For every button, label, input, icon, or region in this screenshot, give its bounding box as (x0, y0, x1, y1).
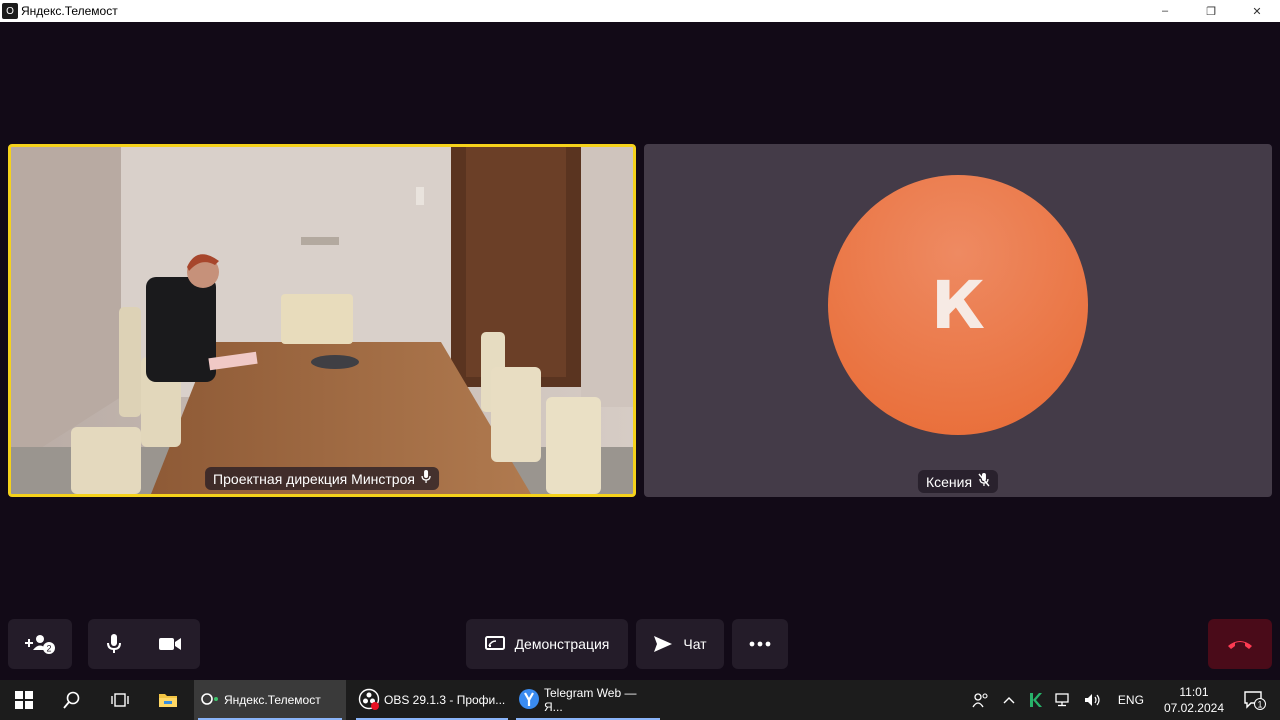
svg-text:1: 1 (1257, 700, 1262, 710)
media-controls (88, 619, 200, 669)
participant-name: Ксения (925, 473, 973, 490)
avatar: К (828, 175, 1088, 435)
file-explorer-button[interactable] (144, 680, 192, 720)
screen-share-icon (484, 636, 505, 652)
clock-date: 07.02.2024 (1163, 701, 1224, 715)
yandex-browser-icon (518, 688, 540, 713)
volume-icon[interactable] (1078, 693, 1108, 707)
clock[interactable]: 11:01 07.02.2024 (1154, 684, 1234, 716)
search-button[interactable] (48, 680, 96, 720)
search-icon (63, 691, 80, 709)
window-titlebar: O Яндекс.Телемост – ❐ ✕ (0, 0, 1280, 22)
meeting-room-video (11, 147, 633, 494)
send-icon (653, 635, 673, 653)
taskbar-app-label: Яндекс.Телемост (224, 693, 321, 707)
camera-button[interactable] (158, 636, 182, 652)
chat-label: Чат (683, 636, 707, 652)
system-tray: ENG 11:01 07.02.2024 1 (966, 680, 1280, 720)
telemost-taskbar-icon (200, 692, 220, 709)
conference-stage: Проектная дирекция Минстроя К Ксения 2 Д… (0, 22, 1280, 680)
notification-icon: 1 (1244, 691, 1266, 710)
clock-time: 11:01 (1179, 685, 1209, 699)
network-icon[interactable] (1048, 693, 1078, 707)
taskbar-app-label: Telegram Web — Я... (544, 686, 637, 714)
add-user-icon: 2 (23, 633, 57, 655)
participant-nameplate: Проектная дирекция Минстроя (205, 467, 439, 490)
microphone-icon (107, 634, 121, 653)
avatar-letter: К (931, 266, 985, 344)
task-view-icon (111, 693, 129, 707)
windows-logo-icon (15, 691, 33, 709)
microphone-button[interactable] (106, 633, 122, 655)
taskbar-app-yandex-browser[interactable]: Telegram Web — Я... (512, 680, 664, 720)
close-button[interactable]: ✕ (1234, 0, 1280, 22)
windows-taskbar: Яндекс.Телемост OBS 29.1.3 - Профи... Te… (0, 680, 1280, 720)
more-options-button[interactable] (732, 619, 788, 669)
participant-video-tile[interactable]: Проектная дирекция Минстроя (8, 144, 636, 497)
telemost-app-icon: O (2, 3, 18, 19)
taskbar-app-obs[interactable]: OBS 29.1.3 - Профи... (352, 680, 512, 720)
notification-center-button[interactable]: 1 (1234, 690, 1280, 710)
people-icon[interactable] (966, 692, 996, 708)
window-title: Яндекс.Телемост (21, 4, 118, 18)
participant-name: Проектная дирекция Минстроя (213, 470, 415, 487)
obs-icon (358, 688, 380, 713)
screen-share-button[interactable]: Демонстрация (466, 619, 628, 669)
more-dots-icon (749, 641, 771, 647)
camera-icon (159, 638, 181, 650)
taskbar-app-label: OBS 29.1.3 - Профи... (384, 693, 506, 707)
hang-up-icon (1226, 638, 1254, 650)
chevron-up-icon[interactable] (996, 695, 1022, 705)
restore-button[interactable]: ❐ (1188, 0, 1234, 22)
input-language[interactable]: ENG (1108, 693, 1154, 707)
mic-muted-icon (978, 473, 990, 490)
invite-participants-button[interactable]: 2 (8, 619, 72, 669)
minimize-button[interactable]: – (1142, 0, 1188, 22)
participant-nameplate: Ксения (917, 470, 999, 493)
kaspersky-tray-icon[interactable] (1022, 692, 1048, 708)
start-button[interactable] (0, 680, 48, 720)
screen-share-label: Демонстрация (514, 636, 610, 652)
chat-button[interactable]: Чат (636, 619, 724, 669)
folder-icon (159, 694, 177, 707)
taskbar-app-telemost[interactable]: Яндекс.Телемост (194, 680, 346, 720)
mic-on-icon (421, 470, 431, 487)
participant-avatar-tile[interactable]: К Ксения (644, 144, 1272, 497)
task-view-button[interactable] (96, 680, 144, 720)
end-call-button[interactable] (1208, 619, 1272, 669)
svg-text:2: 2 (46, 644, 51, 654)
window-controls: – ❐ ✕ (1142, 0, 1280, 22)
